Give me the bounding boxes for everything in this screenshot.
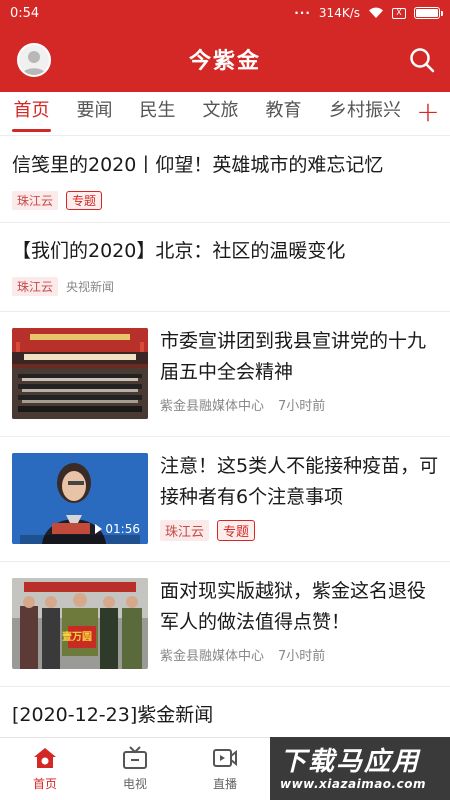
- news-meta: 紫金县融媒体中心 7小时前: [160, 645, 325, 664]
- user-icon: [19, 45, 49, 75]
- news-item[interactable]: 壹万圆 面对现实版越狱，紫金这名退役军人的做法值得点赞！ 紫金县融媒体中心 7小…: [0, 562, 450, 687]
- news-title: 信笺里的2020丨仰望！英雄城市的难忘记忆: [12, 154, 384, 176]
- tab-culture-tourism[interactable]: 文旅: [189, 92, 252, 136]
- play-icon: [95, 524, 103, 534]
- source-text: 紫金县融媒体中心: [160, 399, 265, 414]
- nav-tv[interactable]: 电视: [90, 738, 180, 800]
- time-text: 7小时前: [278, 399, 326, 414]
- app-header: 今紫金: [0, 26, 450, 92]
- news-item[interactable]: 市委宣讲团到我县宣讲党的十九届五中全会精神 紫金县融媒体中心 7小时前: [0, 312, 450, 437]
- battery-icon: [414, 7, 443, 19]
- tab-livelihood[interactable]: 民生: [126, 92, 189, 136]
- news-title: 注意！这5类人不能接种疫苗，可接种者有6个注意事项: [160, 455, 439, 508]
- news-title: 【我们的2020】北京：社区的温暖变化: [12, 240, 346, 262]
- news-title: 面对现实版越狱，紫金这名退役军人的做法值得点赞！: [160, 580, 427, 633]
- wifi-icon: [368, 7, 384, 19]
- news-meta: 紫金县融媒体中心 7小时前: [160, 395, 325, 414]
- site-watermark: 下载马应用 www.xiazaimao.com: [270, 737, 450, 800]
- source-tag: 珠江云: [160, 520, 210, 541]
- source-tag: 珠江云: [12, 191, 59, 210]
- nav-home[interactable]: 首页: [0, 738, 90, 800]
- sim-icon: X: [392, 7, 406, 19]
- nav-live[interactable]: 直播: [180, 738, 270, 800]
- tv-icon: [123, 746, 147, 769]
- home-icon: [34, 748, 56, 768]
- veteran-award-image: [12, 578, 148, 669]
- notification-dots: ···: [294, 6, 311, 20]
- news-item[interactable]: 01:56 注意！这5类人不能接种疫苗，可接种者有6个注意事项 珠江云 专题: [0, 437, 450, 562]
- source-tag: 珠江云: [12, 277, 59, 296]
- news-item[interactable]: 【我们的2020】北京：社区的温暖变化 珠江云 央视新闻: [0, 223, 450, 312]
- topic-badge: 专题: [217, 520, 256, 541]
- news-meta: 珠江云 专题: [160, 520, 256, 541]
- news-item[interactable]: [2020-12-23]紫金新闻: [0, 687, 450, 743]
- nav-label: 首页: [32, 777, 57, 791]
- status-time: 0:54: [10, 5, 40, 21]
- network-speed: 314K/s: [318, 6, 360, 20]
- live-icon: [213, 749, 237, 767]
- secondary-source: 央视新闻: [66, 280, 115, 294]
- news-title: [2020-12-23]紫金新闻: [12, 704, 214, 726]
- app-title: 今紫金: [188, 49, 261, 74]
- status-bar: 0:54 ··· 314K/s X: [0, 0, 450, 26]
- news-item[interactable]: 信笺里的2020丨仰望！英雄城市的难忘记忆 珠江云 专题: [0, 137, 450, 223]
- news-thumbnail: [12, 328, 148, 419]
- status-indicators: ··· 314K/s X: [294, 6, 443, 20]
- category-tabs: 首页 要闻 民生 文旅 教育 乡村振兴 +: [0, 92, 450, 136]
- topic-badge: 专题: [66, 191, 103, 210]
- meeting-hall-image: [12, 328, 148, 419]
- nav-label: 电视: [122, 777, 147, 791]
- tab-education[interactable]: 教育: [252, 92, 315, 136]
- user-avatar[interactable]: [17, 43, 51, 77]
- source-text: 紫金县融媒体中心: [160, 649, 265, 664]
- watermark-main: 下载马应用: [280, 746, 421, 777]
- tab-headlines[interactable]: 要闻: [63, 92, 126, 136]
- video-thumbnail[interactable]: 01:56: [12, 453, 148, 544]
- search-icon: [410, 48, 435, 73]
- duration-text: 01:56: [105, 522, 140, 536]
- tab-home[interactable]: 首页: [0, 92, 63, 136]
- watermark-url: www.xiazaimao.com: [280, 776, 426, 791]
- nav-label: 直播: [212, 777, 237, 791]
- banner-text: 壹万圆: [62, 632, 92, 643]
- add-tab-button[interactable]: +: [416, 98, 440, 128]
- news-meta: 珠江云 央视新闻: [12, 277, 438, 296]
- news-thumbnail: 壹万圆: [12, 578, 148, 669]
- tab-rural-revitalization[interactable]: 乡村振兴: [315, 92, 415, 136]
- search-button[interactable]: [408, 46, 436, 74]
- news-feed: 信笺里的2020丨仰望！英雄城市的难忘记忆 珠江云 专题 【我们的2020】北京…: [0, 137, 450, 743]
- news-meta: 珠江云 专题: [12, 191, 438, 210]
- news-title: 市委宣讲团到我县宣讲党的十九届五中全会精神: [160, 330, 427, 383]
- video-duration: 01:56: [95, 522, 140, 536]
- time-text: 7小时前: [278, 649, 326, 664]
